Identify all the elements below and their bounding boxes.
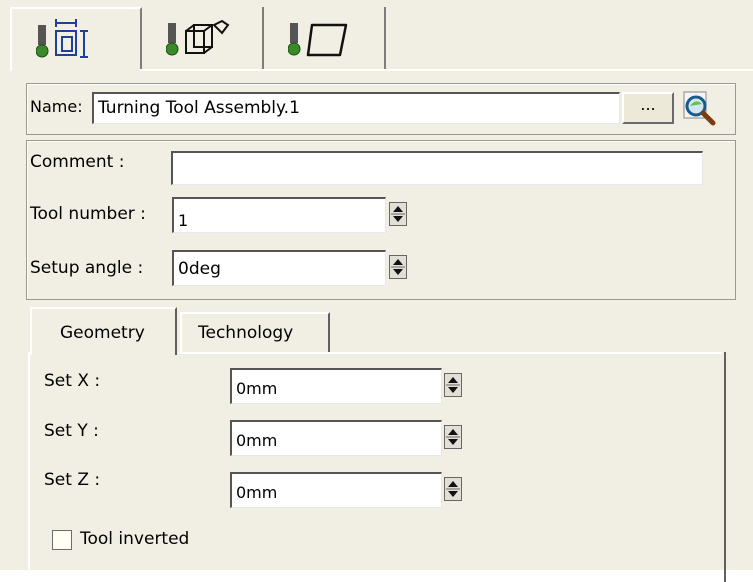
set-x-field[interactable]: 0mm: [230, 368, 442, 404]
tool-number-spinner[interactable]: [389, 202, 407, 226]
set-y-label: Set Y :: [44, 421, 99, 441]
tab-tool-assembly-geometry[interactable]: [10, 7, 142, 71]
tool-tabs-bar: [0, 0, 753, 71]
tool-assembly-geometry-icon: [36, 19, 88, 58]
setup-angle-field[interactable]: 0deg: [172, 250, 386, 286]
tab-technology[interactable]: Technology: [180, 312, 330, 352]
tab-technology-label: Technology: [198, 323, 294, 343]
tab-geometry-label: Geometry: [60, 323, 145, 343]
name-label: Name:: [30, 97, 83, 116]
set-y-field[interactable]: 0mm: [230, 420, 442, 456]
tool-insert-icon: [288, 23, 348, 57]
name-field[interactable]: Turning Tool Assembly.1: [92, 92, 620, 124]
tab-baseline: [140, 69, 753, 71]
tool-number-field[interactable]: 1: [172, 197, 386, 233]
setup-angle-spinner[interactable]: [389, 255, 407, 279]
tool-inverted-label[interactable]: Tool inverted: [80, 529, 189, 549]
tool-number-label: Tool number :: [30, 204, 146, 224]
tab-tool-insert[interactable]: [264, 7, 386, 69]
comment-label: Comment :: [30, 152, 125, 172]
tab-tool-assembly-3d[interactable]: [140, 7, 264, 69]
browse-button[interactable]: ...: [622, 92, 674, 124]
set-z-label: Set Z :: [44, 470, 101, 490]
set-x-spinner[interactable]: [444, 373, 462, 397]
search-magnifier-icon[interactable]: [680, 90, 720, 126]
comment-field[interactable]: [171, 151, 703, 185]
set-y-spinner[interactable]: [444, 425, 462, 449]
tab-geometry[interactable]: Geometry: [30, 307, 177, 355]
tool-assembly-3d-icon: [166, 19, 230, 56]
set-z-field[interactable]: 0mm: [230, 472, 442, 508]
set-z-spinner[interactable]: [444, 477, 462, 501]
set-x-label: Set X :: [44, 371, 101, 391]
tool-inverted-checkbox[interactable]: [52, 530, 72, 550]
setup-angle-label: Setup angle :: [30, 258, 144, 278]
